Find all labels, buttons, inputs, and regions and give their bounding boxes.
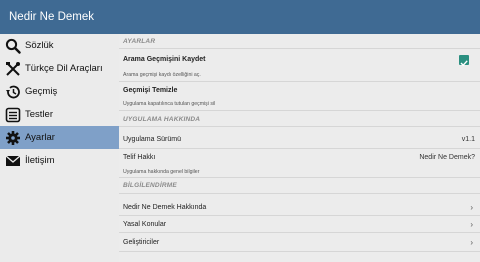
sidebar-item-label: Ayarlar (25, 132, 55, 143)
app-version-label: Uygulama Sürümü (123, 136, 181, 143)
history-icon (4, 83, 21, 100)
clear-history-description: Uygulama kapatılınca tutulan geçmişi sil (123, 101, 216, 107)
sidebar-item-sozluk[interactable]: Sözlük (0, 34, 119, 57)
divider (119, 48, 480, 49)
sidebar-item-iletisim[interactable]: İletişim (0, 149, 119, 172)
divider (119, 110, 480, 111)
app-version-value: v1.1 (461, 136, 475, 143)
gear-icon (4, 129, 21, 146)
divider (119, 177, 480, 178)
chevron-right-icon: › (470, 203, 473, 212)
info-item-developers[interactable]: Geliştiriciler (123, 239, 159, 246)
divider (119, 148, 480, 149)
section-header-info: BİLGİLENDİRME (123, 182, 177, 189)
mail-icon (4, 152, 21, 169)
settings-panel: AYARLAR Arama Geçmişini Kaydet Arama geç… (119, 34, 480, 262)
save-search-history-checkbox[interactable] (459, 55, 469, 67)
about-description: Uygulama hakkında genel bilgiler (123, 169, 200, 175)
sidebar-item-ayarlar[interactable]: Ayarlar (0, 126, 119, 149)
chevron-right-icon: › (470, 238, 473, 247)
sidebar-item-label: Sözlük (25, 40, 54, 51)
divider (119, 251, 480, 252)
sidebar: Sözlük Türkçe Dil Araçları Geçmiş Testle… (0, 34, 119, 262)
section-header-settings: AYARLAR (123, 38, 156, 45)
sidebar-item-label: İletişim (25, 155, 55, 166)
sidebar-item-dil-araclari[interactable]: Türkçe Dil Araçları (0, 57, 119, 80)
save-search-history-description: Arama geçmişi kaydı özelliğini aç. (123, 72, 201, 78)
divider (119, 126, 480, 127)
app-title: Nedir Ne Demek (9, 11, 94, 23)
divider (119, 215, 480, 216)
clear-history-button[interactable]: Geçmişi Temizle (123, 87, 177, 94)
divider (119, 232, 480, 233)
divider (119, 193, 480, 194)
info-item-about[interactable]: Nedir Ne Demek Hakkında (123, 204, 206, 211)
save-search-history-toggle[interactable]: Arama Geçmişini Kaydet (123, 56, 205, 63)
search-icon (4, 37, 21, 54)
sidebar-item-label: Türkçe Dil Araçları (25, 63, 103, 74)
copyright-value: Nedir Ne Demek? (419, 154, 475, 161)
app-bar: Nedir Ne Demek (0, 0, 480, 34)
copyright-label: Telif Hakkı (123, 154, 156, 161)
divider (119, 81, 480, 82)
sidebar-item-label: Geçmiş (25, 86, 58, 97)
section-header-about: UYGULAMA HAKKINDA (123, 116, 201, 123)
check-icon (460, 60, 468, 67)
sidebar-item-testler[interactable]: Testler (0, 103, 119, 126)
info-item-legal[interactable]: Yasal Konular (123, 221, 166, 228)
list-icon (4, 106, 21, 123)
tools-icon (4, 60, 21, 77)
sidebar-item-label: Testler (25, 109, 53, 120)
chevron-right-icon: › (470, 220, 473, 229)
sidebar-item-gecmis[interactable]: Geçmiş (0, 80, 119, 103)
